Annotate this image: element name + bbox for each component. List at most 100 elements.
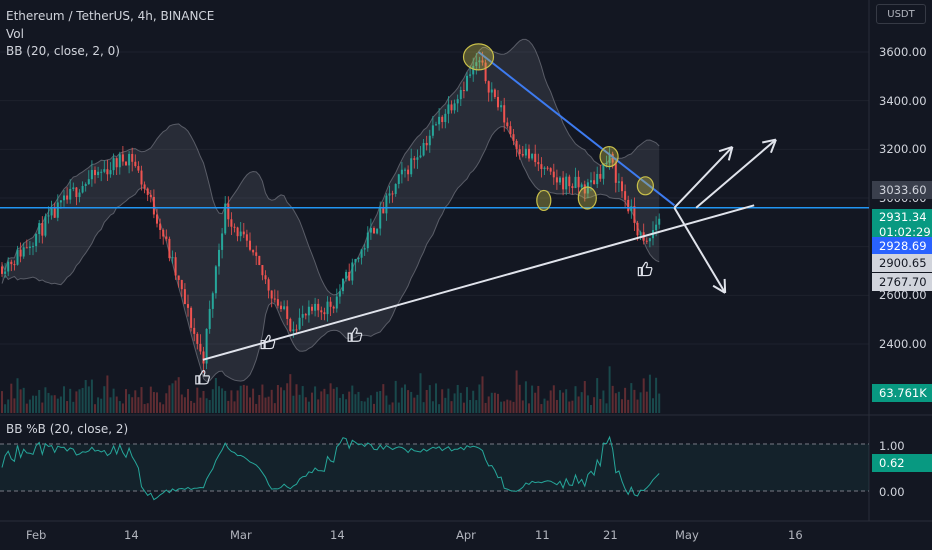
volume-bar (227, 400, 230, 413)
volume-bar (512, 401, 515, 413)
volume-bar (602, 390, 605, 413)
volume-bar (373, 403, 375, 413)
volume-bar (47, 392, 50, 413)
volume-bar (497, 393, 499, 413)
volume-bar (534, 392, 537, 413)
price-label: 2400.00 (879, 337, 927, 351)
candle-body (658, 218, 661, 225)
upper-band-tag: 3033.60 (872, 181, 932, 199)
candle-body (13, 264, 16, 266)
candle-body (177, 275, 180, 280)
candle-body (497, 96, 499, 108)
candle-body (56, 202, 59, 218)
volume-tag: 63.761K (872, 384, 932, 402)
price-label: 3200.00 (879, 142, 927, 157)
candle-body (394, 183, 397, 194)
candle-body (221, 233, 224, 250)
candle-body (639, 232, 642, 236)
volume-bar (655, 377, 658, 413)
indicator-percent-b-label[interactable]: BB %B (20, close, 2) (6, 421, 128, 438)
time-label: May (675, 528, 699, 542)
candle-body (546, 167, 549, 169)
volume-bar (174, 380, 177, 413)
candle-body (183, 289, 186, 305)
volume-bar (304, 397, 307, 413)
volume-bar (221, 388, 224, 413)
volume-bar (611, 385, 614, 413)
candle-body (187, 304, 189, 308)
volume-bar (574, 386, 577, 413)
candle-body (78, 192, 81, 198)
volume-bar (50, 395, 53, 413)
indicator-vol-label[interactable]: Vol (6, 26, 24, 43)
highlight-ellipse (462, 43, 495, 71)
time-label: Apr (456, 528, 476, 542)
candle-body (469, 74, 472, 76)
volume-bar (298, 394, 301, 413)
candle-body (128, 153, 131, 166)
volume-bar (583, 381, 586, 413)
volume-bar (159, 402, 162, 413)
volume-bar (258, 394, 261, 413)
volume-bar (320, 391, 323, 413)
volume-bar (652, 398, 654, 413)
candle-body (441, 116, 444, 123)
volume-bar (230, 390, 233, 413)
candle-body (453, 103, 456, 111)
candle-body (307, 306, 310, 316)
volume-bar (342, 394, 344, 413)
candle-body (512, 134, 515, 141)
volume-bar (528, 403, 530, 413)
candle-body (487, 81, 490, 93)
candle-body (518, 149, 521, 155)
candle-body (10, 261, 13, 265)
candle-body (354, 259, 357, 263)
candle-body (242, 231, 245, 235)
volume-bar (233, 401, 236, 413)
candle-body (298, 317, 301, 330)
volume-bar (131, 397, 134, 413)
price-chart[interactable] (0, 0, 932, 550)
currency-button[interactable]: USDT (876, 4, 926, 24)
candle-body (524, 148, 527, 156)
candle-body (199, 343, 202, 352)
time-label: Feb (26, 528, 47, 542)
volume-bar (397, 402, 400, 413)
candle-body (249, 240, 251, 250)
candle-body (103, 169, 106, 172)
volume-bar (307, 401, 310, 413)
candle-body (7, 261, 10, 272)
volume-bar (487, 396, 490, 413)
scenario-down-arrow-head (723, 278, 727, 293)
candle-body (648, 238, 651, 242)
volume-bar (435, 383, 437, 413)
candle-body (338, 291, 341, 297)
candle-body (574, 176, 577, 189)
volume-bar (267, 396, 270, 413)
volume-bar (128, 394, 131, 413)
volume-bar (617, 391, 620, 413)
volume-bar (1, 391, 3, 413)
candle-body (289, 318, 292, 332)
candle-body (382, 208, 385, 214)
volume-bar (152, 392, 155, 413)
volume-bar (363, 401, 366, 413)
highlight-ellipse (599, 146, 619, 168)
candle-body (509, 126, 512, 135)
volume-bar (44, 387, 47, 413)
candle-body (450, 104, 453, 111)
price-label: 3400.00 (879, 93, 927, 108)
candle-body (171, 257, 174, 259)
volume-bar (599, 398, 602, 413)
indicator-bb-label[interactable]: BB (20, close, 2, 0) (6, 43, 120, 60)
candle-body (459, 90, 462, 100)
candle-body (627, 199, 630, 212)
volume-bar (521, 400, 524, 413)
volume-bar (422, 402, 425, 413)
thumbs-up-icon-cuff (195, 375, 200, 385)
volume-bar (580, 392, 583, 413)
candle-body (596, 173, 599, 185)
volume-bar (475, 400, 478, 413)
volume-bar (171, 383, 174, 413)
volume-bar (224, 390, 227, 413)
